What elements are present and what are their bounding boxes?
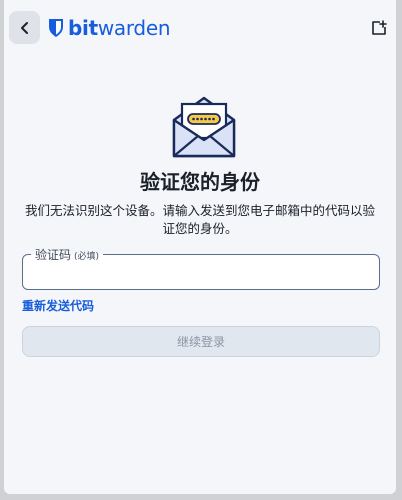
verification-code-field[interactable]: 验证码 (必填): [22, 246, 380, 290]
envelope-code-icon: [172, 96, 236, 158]
popout-icon: [372, 20, 387, 35]
popup-frame: bitwarden 验证您的身份 我们无法识别这个设备。请输入发送到您电子邮箱中…: [0, 0, 402, 500]
bitwarden-popup: bitwarden 验证您的身份 我们无法识别这个设备。请输入发送到您电子邮箱中…: [4, 0, 396, 494]
continue-login-button[interactable]: 继续登录: [22, 326, 380, 357]
page-title: 验证您的身份: [140, 170, 260, 194]
email-verification-illustration: [168, 92, 240, 160]
verification-code-input[interactable]: [33, 261, 367, 285]
chevron-left-icon: [20, 21, 28, 34]
back-button[interactable]: [9, 11, 40, 44]
header: bitwarden: [4, 0, 396, 56]
popout-button[interactable]: [368, 17, 390, 39]
resend-code-link[interactable]: 重新发送代码: [22, 297, 94, 314]
bitwarden-logo: bitwarden: [48, 14, 171, 42]
page-description: 我们无法识别这个设备。请输入发送到您电子邮箱中的代码以验证您的身份。: [24, 203, 375, 236]
bitwarden-shield-icon: [49, 19, 63, 37]
brand-name: bitwarden: [68, 16, 171, 40]
